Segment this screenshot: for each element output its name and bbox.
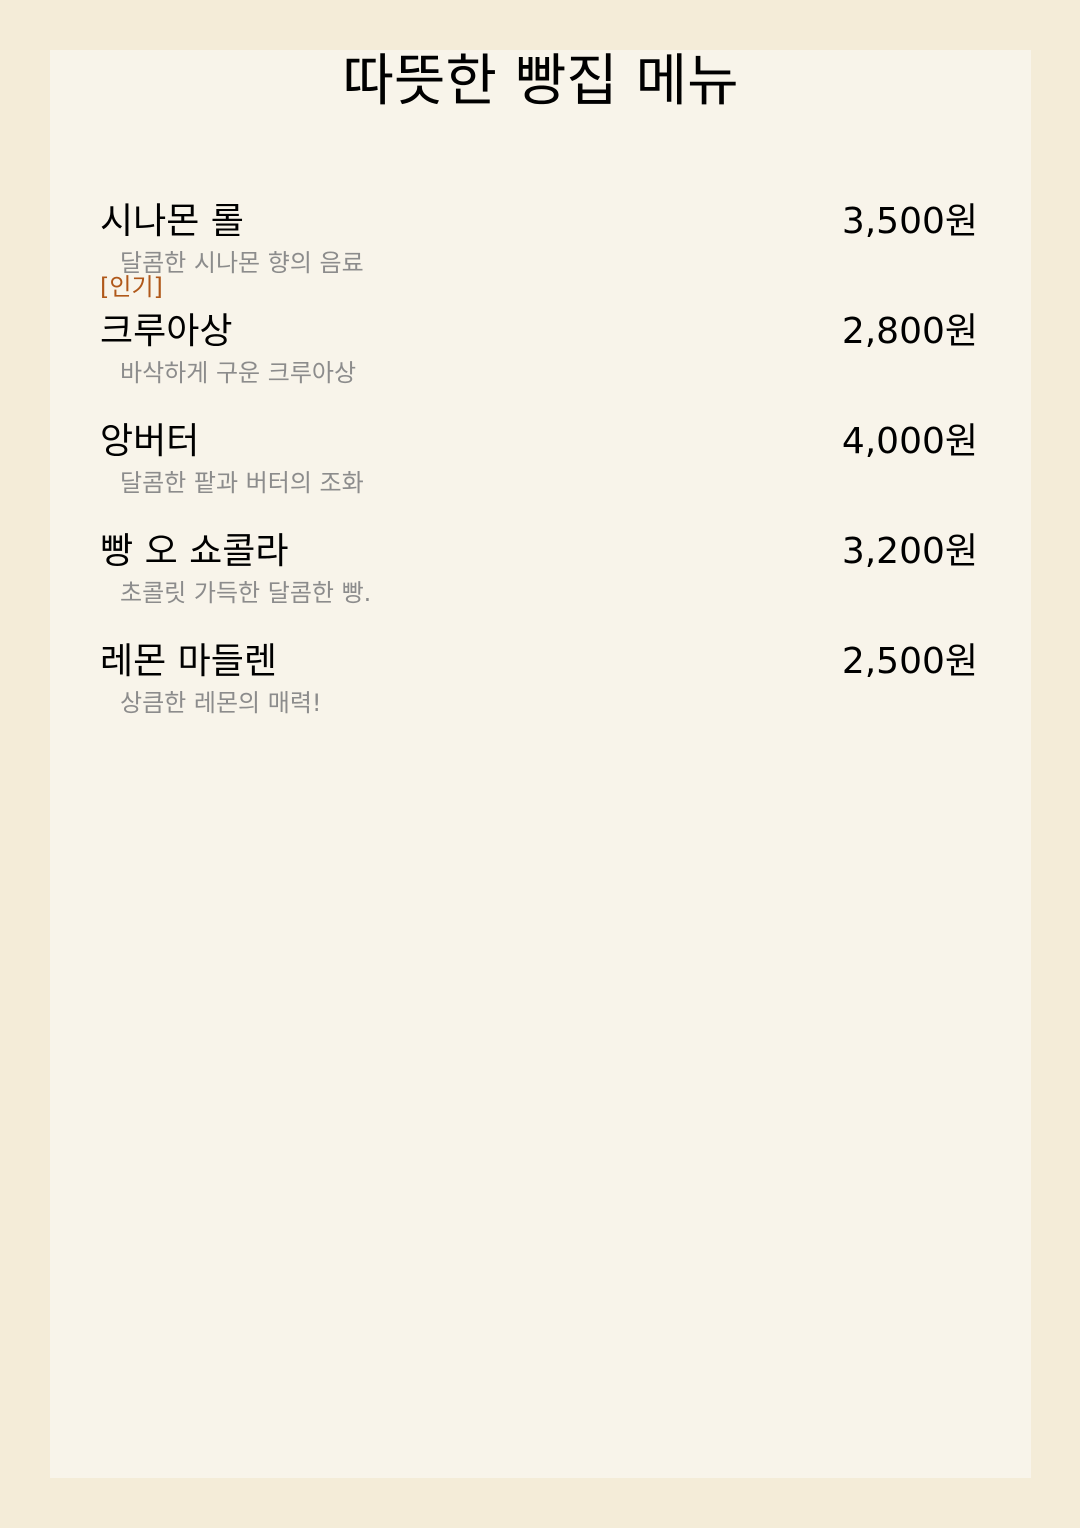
item-description: 달콤한 팥과 버터의 조화 bbox=[120, 469, 364, 497]
item-name: 레몬 마들렌 bbox=[100, 641, 278, 682]
item-name: 앙버터 bbox=[100, 421, 200, 462]
menu-item-cinnamon-roll: 시나몬 롤 3,500원 달콤한 시나몬 향의 음료 [인기] bbox=[100, 200, 978, 301]
item-name: 빵 오 쇼콜라 bbox=[100, 531, 289, 572]
item-description: 상큼한 레몬의 매력! bbox=[120, 689, 322, 717]
item-price: 2,800원 bbox=[841, 311, 978, 352]
menu-card: 따뜻한 빵집 메뉴 시나몬 롤 3,500원 달콤한 시나몬 향의 음료 [인기… bbox=[50, 49, 1031, 1478]
item-description: 바삭하게 구운 크루아상 bbox=[120, 359, 357, 387]
item-name: 시나몬 롤 bbox=[100, 201, 244, 242]
item-price: 4,000원 bbox=[841, 421, 978, 462]
menu-item-croissant: 크루아상 2,800원 바삭하게 구운 크루아상 bbox=[100, 310, 978, 400]
item-price: 3,500원 bbox=[841, 201, 978, 242]
popular-badge: [인기] bbox=[100, 273, 163, 301]
item-description: 초콜릿 가득한 달콤한 빵. bbox=[120, 579, 372, 607]
menu-title: 따뜻한 빵집 메뉴 bbox=[342, 49, 739, 114]
item-price: 2,500원 bbox=[841, 641, 978, 682]
menu-item-pain-au-chocolat: 빵 오 쇼콜라 3,200원 초콜릿 가득한 달콤한 빵. bbox=[100, 530, 978, 620]
menu-item-ang-butter: 앙버터 4,000원 달콤한 팥과 버터의 조화 bbox=[100, 420, 978, 510]
item-name: 크루아상 bbox=[100, 311, 233, 352]
menu-item-lemon-madeleine: 레몬 마들렌 2,500원 상큼한 레몬의 매력! bbox=[100, 640, 978, 730]
item-price: 3,200원 bbox=[841, 531, 978, 572]
